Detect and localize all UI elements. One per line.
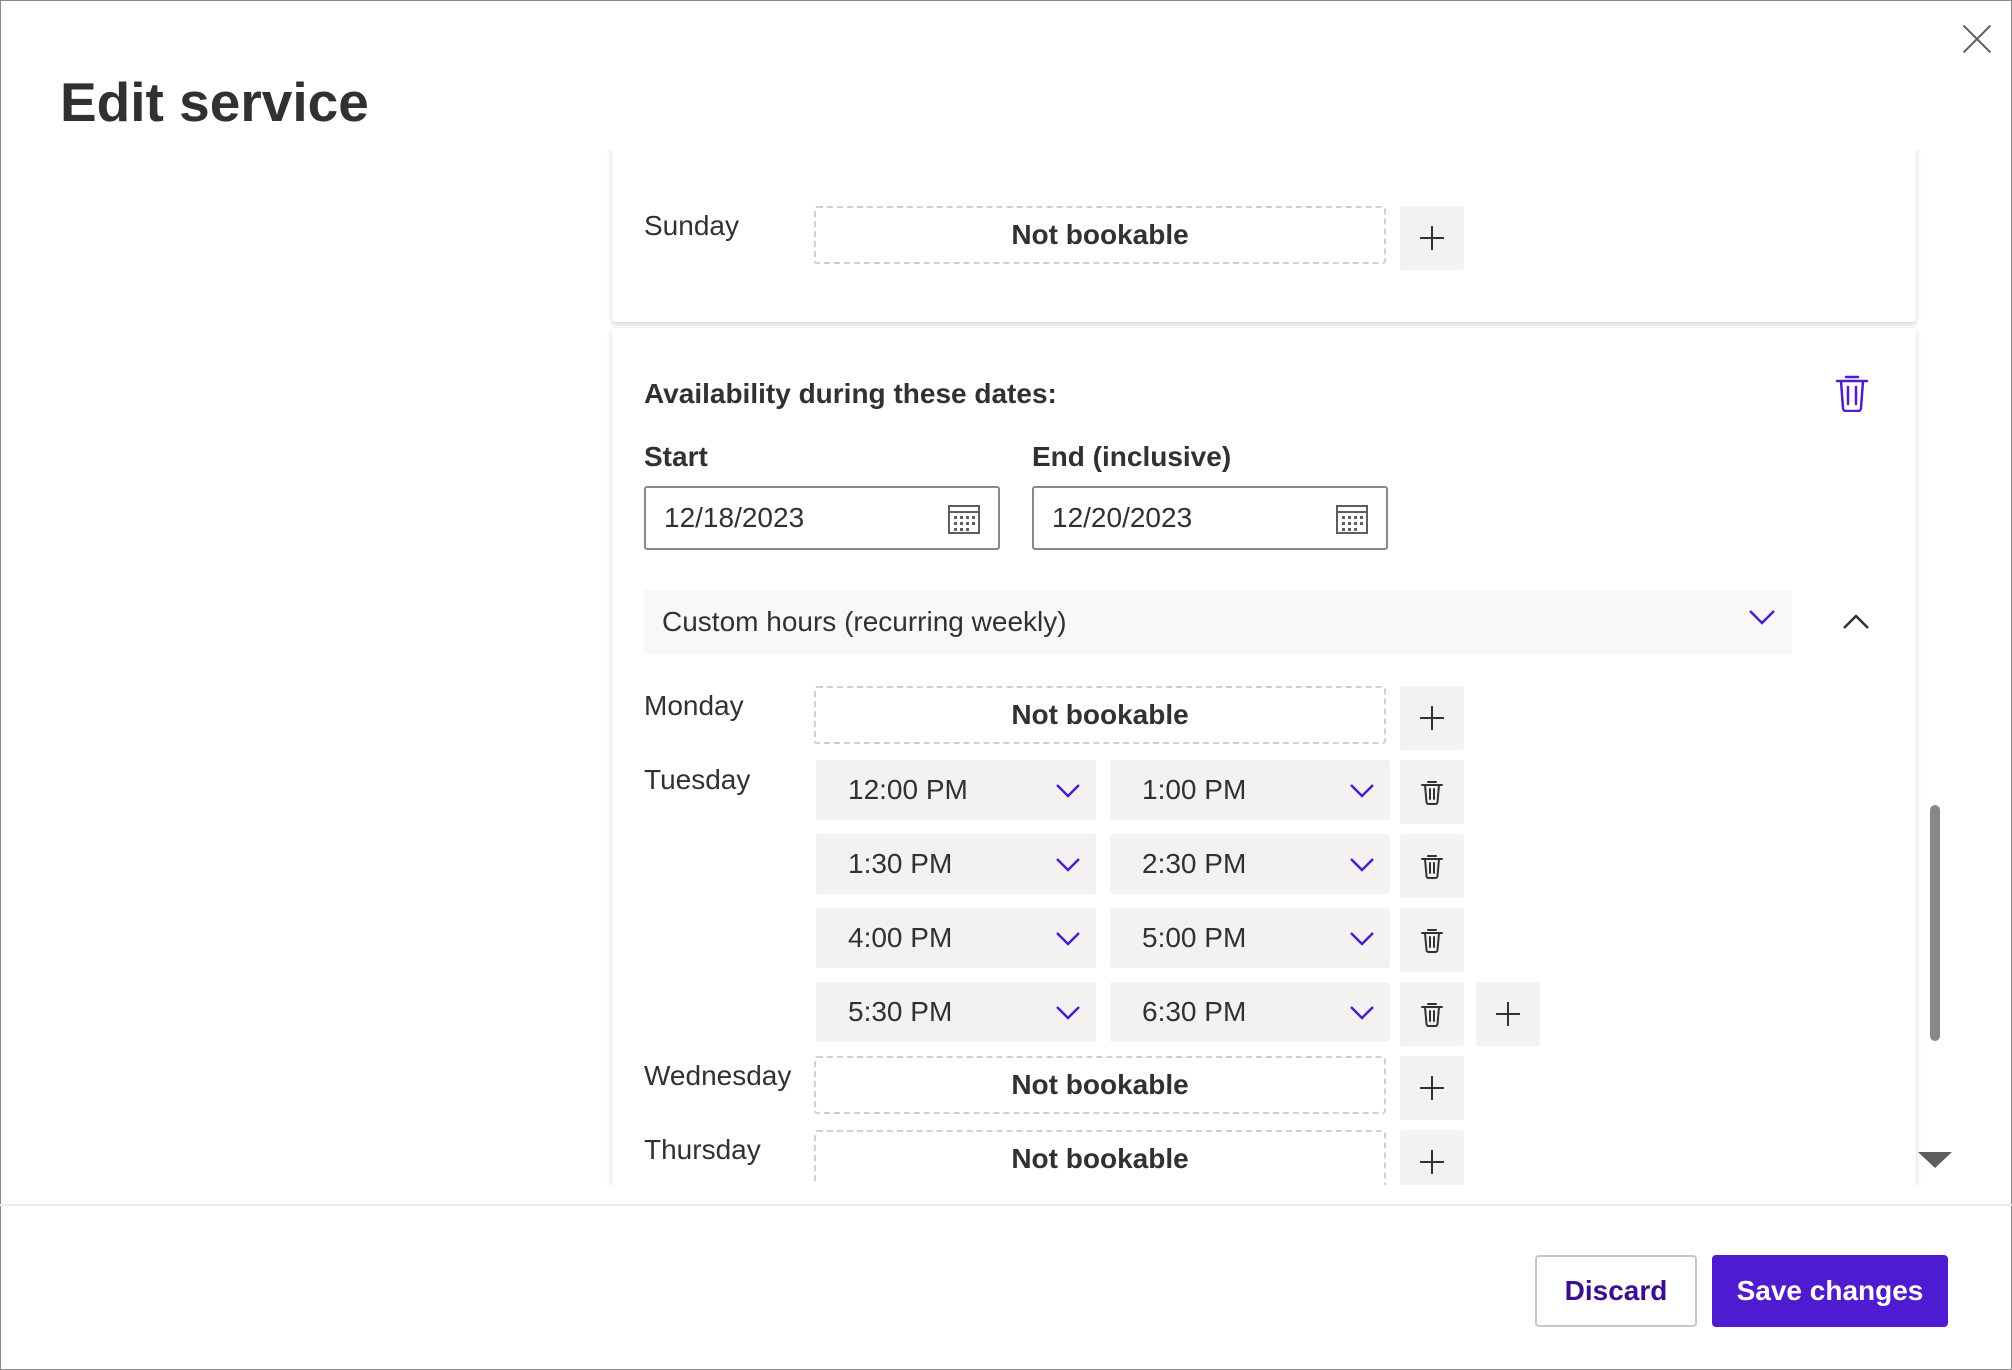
chevron-down-icon — [1350, 784, 1374, 798]
tuesday-slot-1-start[interactable]: 12:00 PM — [816, 760, 1096, 820]
sunday-status: Not bookable — [814, 206, 1386, 264]
monday-add-button[interactable] — [1400, 686, 1464, 750]
trash-icon — [1421, 929, 1443, 953]
chevron-down-icon — [1056, 858, 1080, 872]
weekly-hours-card: Sunday Not bookable — [612, 150, 1916, 322]
time-value: 6:30 PM — [1142, 996, 1247, 1027]
hours-mode-dropdown[interactable]: Custom hours (recurring weekly) — [644, 590, 1792, 654]
end-label: End (inclusive) — [1032, 441, 1232, 472]
monday-status: Not bookable — [814, 686, 1386, 744]
tuesday-slot-3-end[interactable]: 5:00 PM — [1110, 908, 1390, 968]
plus-icon — [1420, 1076, 1444, 1100]
day-label-wednesday: Wednesday — [644, 1060, 792, 1091]
scroll-area[interactable]: Sunday Not bookable Availability during … — [0, 150, 2012, 1185]
sunday-add-button[interactable] — [1400, 206, 1464, 270]
tuesday-slot-2-delete-button[interactable] — [1400, 834, 1464, 898]
thursday-add-button[interactable] — [1400, 1130, 1464, 1185]
chevron-down-icon — [1749, 610, 1775, 625]
trash-icon — [1421, 1003, 1443, 1027]
chevron-down-icon — [1056, 1006, 1080, 1020]
save-changes-button[interactable]: Save changes — [1712, 1255, 1948, 1327]
start-date-input[interactable]: 12/18/2023 — [644, 486, 1000, 550]
chevron-down-icon — [1056, 784, 1080, 798]
start-date-value: 12/18/2023 — [664, 502, 805, 533]
time-value: 4:00 PM — [848, 922, 953, 953]
thursday-status: Not bookable — [814, 1130, 1386, 1185]
delete-date-range-button[interactable] — [1834, 372, 1870, 417]
trash-icon — [1835, 375, 1869, 413]
wednesday-status: Not bookable — [814, 1056, 1386, 1114]
day-label-sunday: Sunday — [644, 210, 739, 241]
date-range-card: Availability during these dates: Start E… — [612, 328, 1916, 1185]
scrollbar-thumb[interactable] — [1930, 805, 1940, 1041]
tuesday-slot-4-start[interactable]: 5:30 PM — [816, 982, 1096, 1042]
time-value: 5:00 PM — [1142, 922, 1247, 953]
chevron-down-icon — [1350, 932, 1374, 946]
tuesday-slot-4-delete-button[interactable] — [1400, 982, 1464, 1046]
hours-mode-value: Custom hours (recurring weekly) — [662, 606, 1067, 637]
plus-icon — [1420, 1150, 1444, 1174]
tuesday-slot-4-end[interactable]: 6:30 PM — [1110, 982, 1390, 1042]
tuesday-slot-2-start[interactable]: 1:30 PM — [816, 834, 1096, 894]
chevron-down-icon — [1056, 932, 1080, 946]
close-icon[interactable] — [1962, 24, 1992, 54]
chevron-up-icon[interactable] — [1834, 600, 1878, 644]
discard-button[interactable]: Discard — [1535, 1255, 1697, 1327]
calendar-icon[interactable] — [948, 504, 980, 534]
page-title: Edit service — [60, 71, 369, 133]
chevron-down-icon — [1350, 1006, 1374, 1020]
wednesday-add-button[interactable] — [1400, 1056, 1464, 1120]
end-date-value: 12/20/2023 — [1052, 502, 1193, 533]
start-label: Start — [644, 441, 708, 472]
tuesday-slot-2-end[interactable]: 2:30 PM — [1110, 834, 1390, 894]
date-range-title: Availability during these dates: — [644, 378, 1057, 409]
end-date-input[interactable]: 12/20/2023 — [1032, 486, 1388, 550]
day-label-monday: Monday — [644, 690, 744, 721]
time-value: 1:30 PM — [848, 848, 953, 879]
tuesday-slot-3-delete-button[interactable] — [1400, 908, 1464, 972]
plus-icon — [1420, 706, 1444, 730]
time-value: 1:00 PM — [1142, 774, 1247, 805]
time-value: 12:00 PM — [848, 774, 968, 805]
plus-icon — [1496, 1002, 1520, 1026]
day-label-tuesday: Tuesday — [644, 764, 751, 795]
day-label-thursday: Thursday — [644, 1134, 761, 1165]
time-value: 2:30 PM — [1142, 848, 1247, 879]
plus-icon — [1420, 226, 1444, 250]
time-value: 5:30 PM — [848, 996, 953, 1027]
trash-icon — [1421, 781, 1443, 805]
tuesday-slot-1-delete-button[interactable] — [1400, 760, 1464, 824]
tuesday-slot-1-end[interactable]: 1:00 PM — [1110, 760, 1390, 820]
tuesday-add-slot-button[interactable] — [1476, 982, 1540, 1046]
scroll-down-arrow-icon[interactable] — [1918, 1152, 1952, 1168]
trash-icon — [1421, 855, 1443, 879]
chevron-down-icon — [1350, 858, 1374, 872]
footer-divider — [0, 1204, 2012, 1206]
tuesday-slot-3-start[interactable]: 4:00 PM — [816, 908, 1096, 968]
calendar-icon[interactable] — [1336, 504, 1368, 534]
